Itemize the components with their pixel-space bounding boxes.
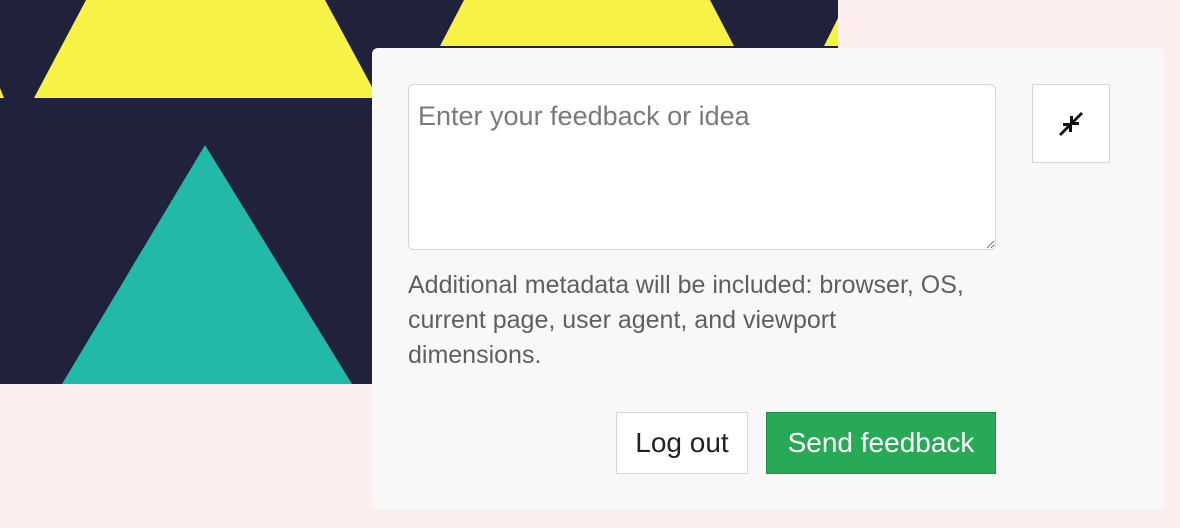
collapse-button[interactable] [1032, 84, 1110, 163]
send-feedback-button[interactable]: Send feedback [766, 412, 996, 474]
feedback-textarea[interactable] [408, 84, 996, 250]
logout-button[interactable]: Log out [616, 412, 748, 474]
yellow-triangle-right [440, 0, 734, 46]
yellow-triangle-left [34, 0, 378, 98]
feedback-panel: Additional metadata will be included: br… [372, 48, 1164, 510]
collapse-arrows-icon [1059, 111, 1083, 136]
metadata-note: Additional metadata will be included: br… [408, 271, 964, 369]
